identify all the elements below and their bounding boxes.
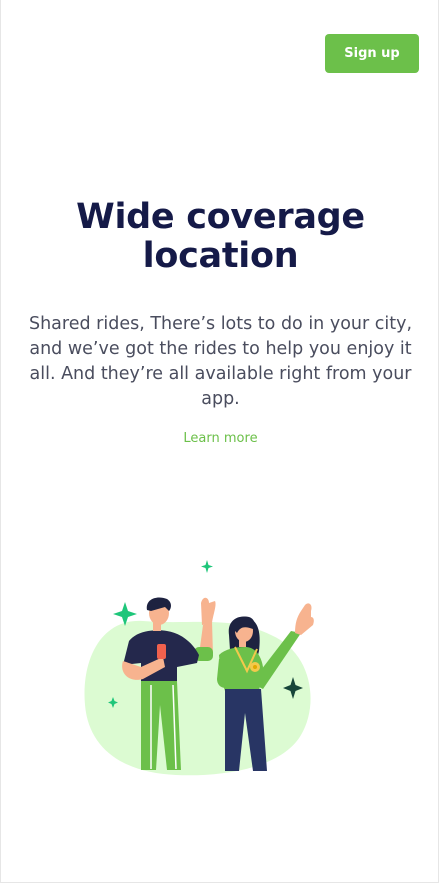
title-line-1: Wide coverage [76,197,365,237]
sign-up-button[interactable]: Sign up [325,34,419,73]
friends-waving-illustration [84,560,314,776]
learn-more-link[interactable]: Learn more [1,431,439,446]
page-title: Wide coverage location [1,198,439,276]
background-blob [84,620,311,776]
sparkle-icon [201,560,213,573]
onboarding-screen: Sign up Wide coverage location Shared ri… [0,0,439,883]
description-text: Shared rides, There’s lots to do in your… [28,314,413,409]
title-line-2: location [142,236,299,276]
